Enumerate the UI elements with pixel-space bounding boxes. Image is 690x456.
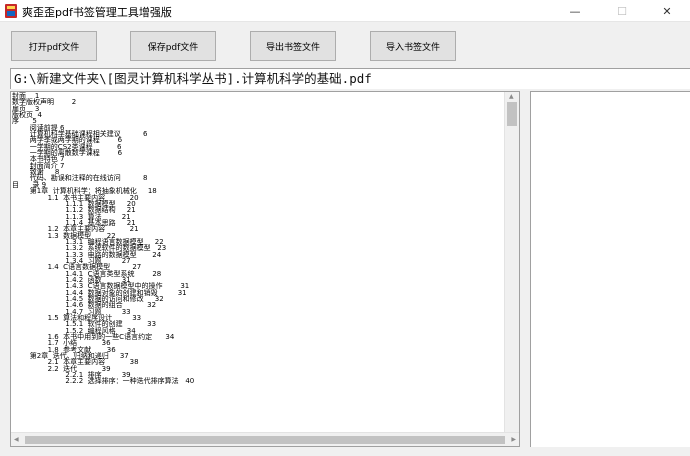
title-bar: 爽歪歪pdf书签管理工具增强版 — ☐ ✕ [0,0,690,22]
bookmark-lines[interactable]: 封面 1 数字版权声明 2 扉页 3 版权页 4序 5 阅读前提 6 计算机科学基础课… [11,92,505,430]
import-bookmarks-button[interactable]: 导入书签文件 [370,31,456,61]
preview-panel [530,91,690,447]
save-pdf-button[interactable]: 保存pdf文件 [130,31,216,61]
bookmark-editor[interactable]: 封面 1 数字版权声明 2 扉页 3 版权页 4序 5 阅读前提 6 计算机科学基础课… [10,91,520,447]
maximize-icon[interactable]: ☐ [599,0,645,22]
scroll-right-icon[interactable]: ▶ [511,436,516,443]
file-path-field[interactable]: G:\新建文件夹\[图灵计算机科学丛书].计算机科学的基础.pdf [10,68,690,89]
vertical-scrollbar[interactable]: ▲ [504,92,519,433]
horizontal-scrollbar[interactable]: ◀ ▶ [11,432,519,446]
vertical-scroll-thumb[interactable] [507,102,517,126]
minimize-icon[interactable]: — [552,0,598,22]
scroll-up-icon[interactable]: ▲ [509,93,514,100]
export-bookmarks-button[interactable]: 导出书签文件 [250,31,336,61]
close-icon[interactable]: ✕ [644,0,690,22]
window-title: 爽歪歪pdf书签管理工具增强版 [22,6,172,19]
scroll-left-icon[interactable]: ◀ [14,436,19,443]
horizontal-scroll-thumb[interactable] [25,436,505,444]
bookmark-line[interactable]: 2.2.2 选择排序：一种迭代排序算法 40 [12,378,505,385]
open-pdf-button[interactable]: 打开pdf文件 [11,31,97,61]
app-logo-icon [5,4,17,18]
